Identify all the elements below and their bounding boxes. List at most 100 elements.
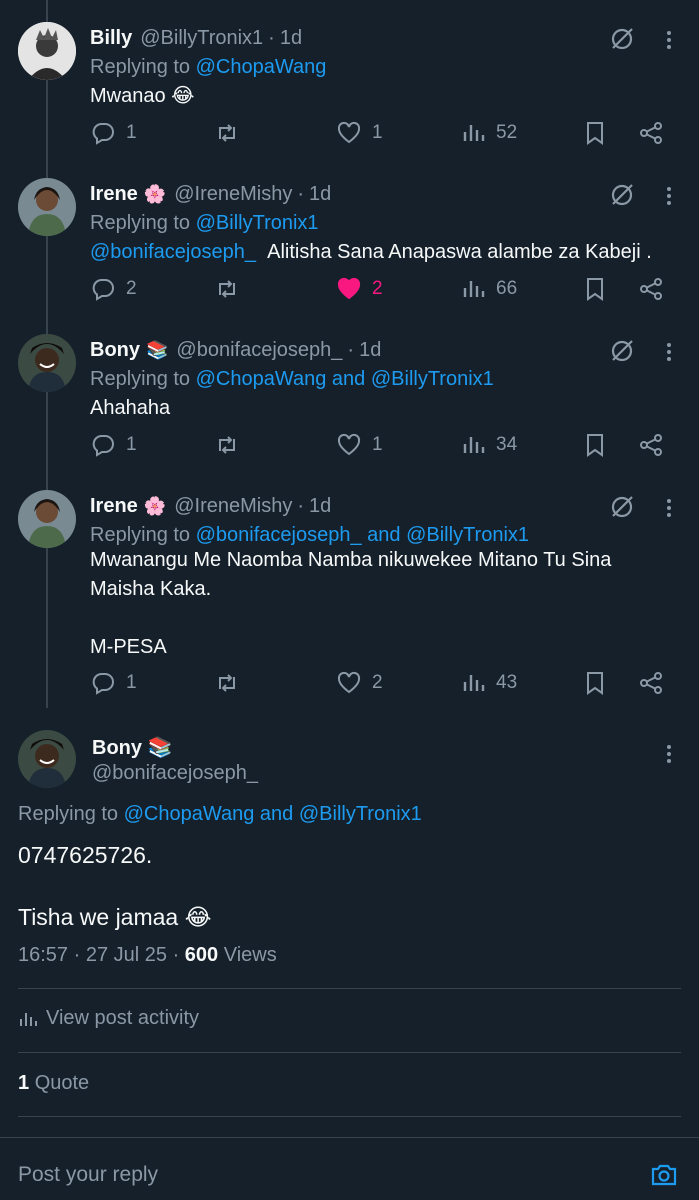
name-emoji: 📚 — [146, 339, 169, 360]
post-date[interactable]: 27 Jul 25 — [86, 944, 167, 966]
separator-dot: · — [268, 26, 275, 49]
bookmark-button[interactable] — [582, 120, 608, 146]
reply-input[interactable] — [18, 1160, 578, 1190]
divider — [18, 988, 681, 989]
mention-link[interactable]: @BillyTronix1 — [196, 212, 319, 234]
avatar[interactable] — [18, 178, 76, 236]
reply-button[interactable]: 1 — [90, 120, 137, 146]
quotes-link[interactable]: 1 Quote — [18, 1072, 89, 1095]
user-handle[interactable]: @IreneMishy — [174, 183, 292, 206]
display-name[interactable]: Irene — [90, 183, 138, 206]
heart-icon — [337, 671, 361, 694]
more-icon[interactable] — [659, 184, 679, 208]
grok-icon[interactable] — [609, 494, 635, 520]
camera-icon[interactable] — [649, 1160, 679, 1190]
like-button[interactable]: 2 — [336, 276, 383, 302]
grok-icon[interactable] — [609, 338, 635, 364]
view-count: 34 — [496, 434, 518, 455]
grok-icon[interactable] — [609, 26, 635, 52]
post-time[interactable]: 1d — [359, 339, 381, 362]
avatar[interactable] — [18, 334, 76, 392]
grok-icon[interactable] — [609, 182, 635, 208]
post-time[interactable]: 1d — [309, 495, 331, 518]
share-button[interactable] — [638, 670, 664, 696]
retweet-button[interactable] — [214, 276, 240, 302]
display-name[interactable]: Irene — [90, 495, 138, 518]
bookmark-button[interactable] — [582, 276, 608, 302]
retweet-button[interactable] — [214, 432, 240, 458]
separator-dot: · — [297, 182, 305, 205]
mention-link[interactable]: @ChopaWang — [124, 803, 255, 825]
share-button[interactable] — [638, 120, 664, 146]
like-button[interactable]: 2 — [336, 670, 383, 696]
mention-link[interactable]: @bonifacejoseph_ — [196, 524, 362, 546]
more-icon[interactable] — [659, 340, 679, 364]
main-user-handle[interactable]: @bonifacejoseph_ — [92, 762, 258, 785]
views-button[interactable]: 52 — [460, 120, 517, 146]
reply-post[interactable]: Irene 🌸 @IreneMishy · 1d Replying to @bo… — [0, 490, 699, 700]
like-button[interactable]: 1 — [336, 432, 383, 458]
view-count: 52 — [496, 122, 518, 143]
main-avatar[interactable] — [18, 730, 76, 788]
retweet-icon — [219, 124, 235, 142]
views-icon — [463, 437, 485, 453]
post-time[interactable]: 1d — [309, 183, 331, 206]
bookmark-icon — [587, 672, 603, 695]
retweet-button[interactable] — [214, 670, 240, 696]
reply-post[interactable]: Bony 📚 @bonifacejoseph_ · 1d Replying to… — [0, 334, 699, 474]
quote-count: 1 — [18, 1072, 30, 1094]
comment-icon — [92, 673, 114, 695]
main-display-name[interactable]: Bony 📚 — [92, 735, 172, 760]
mention-link[interactable]: @bonifacejoseph_ — [90, 241, 256, 263]
replying-prefix: Replying to — [18, 803, 124, 825]
mention-link[interactable]: @ChopaWang — [196, 368, 327, 390]
replying-to: Replying to @ChopaWang and @BillyTronix1 — [18, 803, 422, 826]
post-text: Mwanangu Me Naomba Namba nikuwekee Mitan… — [90, 549, 612, 658]
activity-label: View post activity — [46, 1007, 200, 1029]
more-icon[interactable] — [659, 496, 679, 520]
retweet-button[interactable] — [214, 120, 240, 146]
bookmark-button[interactable] — [582, 432, 608, 458]
reply-post[interactable]: Billy @BillyTronix1 · 1d Replying to @Ch… — [0, 22, 699, 162]
bookmark-button[interactable] — [582, 670, 608, 696]
reply-button[interactable]: 2 — [90, 276, 137, 302]
display-name[interactable]: Bony — [90, 339, 140, 362]
divider — [18, 1116, 681, 1117]
reply-bar-border — [0, 1137, 699, 1138]
views-button[interactable]: 66 — [460, 276, 517, 302]
mention-link[interactable]: @BillyTronix1 — [406, 524, 529, 546]
mention-link[interactable]: @ChopaWang — [196, 56, 327, 78]
reply-count: 1 — [126, 672, 137, 693]
user-handle[interactable]: @BillyTronix1 — [140, 27, 263, 50]
views-button[interactable]: 34 — [460, 432, 517, 458]
post-header: Billy @BillyTronix1 · 1d — [90, 24, 302, 52]
more-icon[interactable] — [659, 28, 679, 52]
user-handle[interactable]: @IreneMishy — [174, 495, 292, 518]
display-name[interactable]: Billy — [90, 27, 132, 50]
display-name[interactable]: Bony — [92, 737, 142, 759]
mention-link[interactable]: @BillyTronix1 — [371, 368, 494, 390]
post-time[interactable]: 1d — [280, 27, 302, 50]
views-icon — [463, 125, 485, 141]
more-icon[interactable] — [659, 742, 679, 766]
heart-icon — [337, 277, 361, 300]
replying-prefix: Replying to — [90, 212, 196, 234]
like-button[interactable]: 1 — [336, 120, 383, 146]
share-button[interactable] — [638, 432, 664, 458]
separator-dot: · — [347, 338, 355, 361]
avatar[interactable] — [18, 22, 76, 80]
post-time[interactable]: 16:57 — [18, 944, 68, 966]
mention-link[interactable]: @BillyTronix1 — [299, 803, 422, 825]
view-count: 66 — [496, 278, 518, 299]
user-handle[interactable]: @bonifacejoseph_ — [176, 339, 342, 362]
share-button[interactable] — [638, 276, 664, 302]
post-text: @bonifacejoseph_ Alitisha Sana Anapaswa … — [90, 238, 652, 267]
avatar[interactable] — [18, 490, 76, 548]
replying-prefix: Replying to — [90, 56, 196, 78]
main-post-text: 0747625726. Tisha we jamaa 😂 — [18, 842, 212, 930]
reply-button[interactable]: 1 — [90, 432, 137, 458]
reply-post[interactable]: Irene 🌸 @IreneMishy · 1d Replying to @Bi… — [0, 178, 699, 318]
reply-button[interactable]: 1 — [90, 670, 137, 696]
views-button[interactable]: 43 — [460, 670, 517, 696]
view-post-activity-link[interactable]: View post activity — [18, 1007, 199, 1030]
